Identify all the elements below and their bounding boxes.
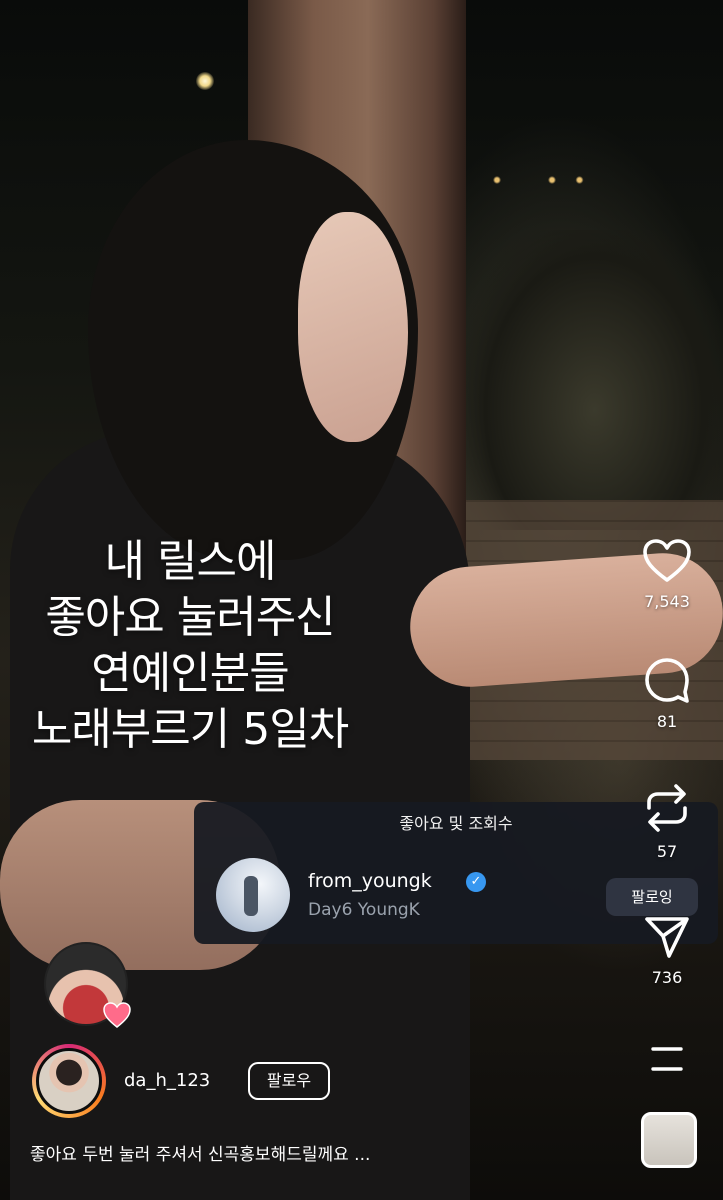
original-audio-thumbnail[interactable]: [641, 1112, 697, 1168]
share-button[interactable]: 736: [631, 914, 703, 987]
street-light: [196, 72, 214, 90]
liker-username[interactable]: from_youngk: [308, 870, 432, 892]
comment-icon: [645, 658, 689, 703]
heart-icon: [643, 539, 691, 582]
comment-count: 81: [656, 712, 678, 731]
author-row: da_h_123 팔로우: [32, 1044, 452, 1120]
author-avatar[interactable]: [32, 1044, 106, 1118]
overlay-line: 좋아요 눌러주신: [45, 592, 335, 643]
pink-heart-icon: [103, 1002, 131, 1028]
overlay-line: 내 릴스에: [104, 536, 277, 587]
liker-avatar[interactable]: [216, 858, 290, 932]
repost-button[interactable]: 57: [631, 782, 703, 861]
liker-row[interactable]: from_youngk ✓ Day6 YoungK 팔로잉: [216, 858, 698, 934]
video-text-overlay: 내 릴스에 좋아요 눌러주신 연예인분들 노래부르기 5일차: [0, 534, 380, 758]
more-options-button[interactable]: [645, 1044, 689, 1074]
like-button[interactable]: 7,543: [631, 538, 703, 611]
background-bushes: [466, 230, 723, 530]
repost-icon: [647, 784, 687, 832]
send-icon: [645, 917, 689, 958]
more-lines-icon: [651, 1047, 683, 1071]
follow-button[interactable]: 팔로우: [248, 1062, 330, 1100]
following-button[interactable]: 팔로잉: [606, 878, 698, 916]
overlay-line: 연예인분들: [91, 648, 289, 699]
share-count: 736: [651, 968, 683, 987]
comment-button[interactable]: 81: [631, 656, 703, 731]
liker-display-name: Day6 YoungK: [308, 900, 420, 920]
author-username[interactable]: da_h_123: [124, 1070, 210, 1091]
verified-badge-icon: ✓: [466, 872, 486, 892]
overlay-line: 노래부르기 5일차: [31, 704, 349, 755]
post-caption[interactable]: 좋아요 두번 눌러 주셔서 신곡홍보해드릴께요 ...: [30, 1140, 370, 1165]
repost-count: 57: [656, 842, 678, 861]
distant-lights: [486, 170, 596, 190]
like-count: 7,543: [644, 592, 690, 611]
